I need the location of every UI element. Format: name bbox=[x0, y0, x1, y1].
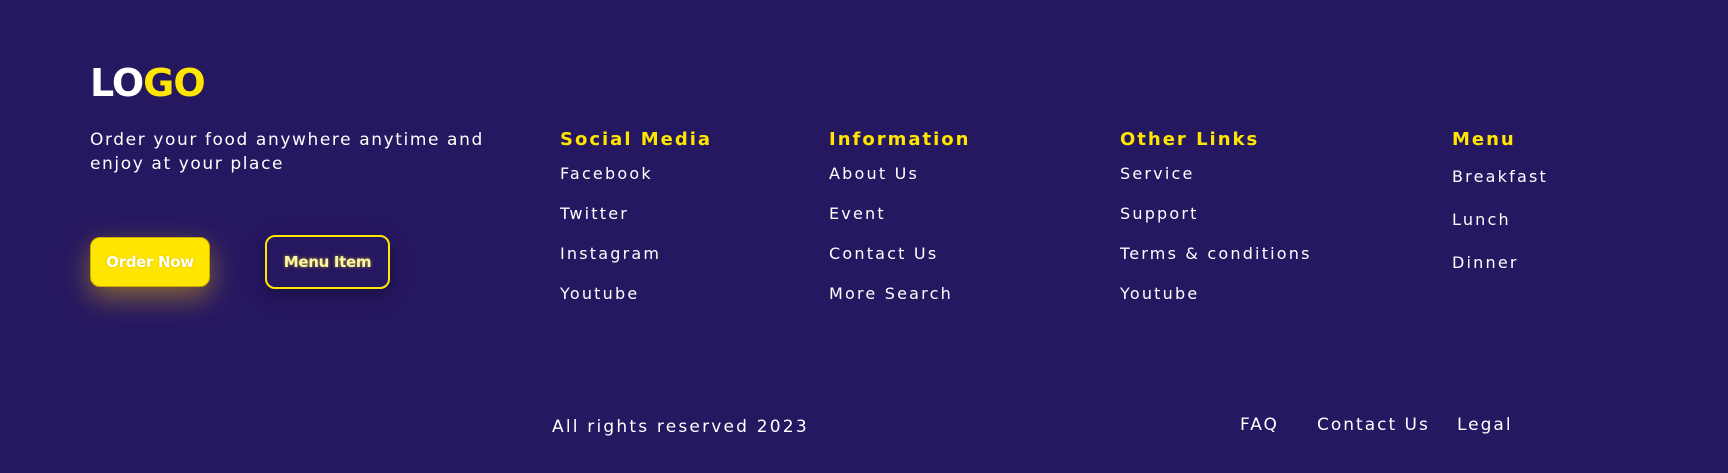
link-legal[interactable]: Legal bbox=[1457, 414, 1513, 436]
menu-item-button[interactable]: Menu Item bbox=[265, 235, 390, 289]
link-youtube-other[interactable]: Youtube bbox=[1120, 284, 1312, 304]
menu-links: Breakfast Lunch Dinner bbox=[1452, 167, 1548, 273]
link-breakfast[interactable]: Breakfast bbox=[1452, 167, 1548, 187]
other-links-column: Other Links Service Support Terms & cond… bbox=[1120, 128, 1312, 324]
social-media-links: Facebook Twitter Instagram Youtube bbox=[560, 164, 712, 304]
logo-part-2: GO bbox=[143, 61, 205, 105]
column-title-other-links: Other Links bbox=[1120, 129, 1260, 150]
link-support[interactable]: Support bbox=[1120, 204, 1312, 224]
link-about-us[interactable]: About Us bbox=[829, 164, 970, 184]
social-media-column: Social Media Facebook Twitter Instagram … bbox=[560, 128, 712, 324]
link-facebook[interactable]: Facebook bbox=[560, 164, 712, 184]
bottom-links: FAQ Contact Us Legal bbox=[0, 414, 1728, 436]
column-title-information: Information bbox=[829, 129, 971, 150]
link-service[interactable]: Service bbox=[1120, 164, 1312, 184]
link-contact-us[interactable]: Contact Us bbox=[829, 244, 970, 264]
information-column: Information About Us Event Contact Us Mo… bbox=[829, 128, 970, 324]
link-dinner[interactable]: Dinner bbox=[1452, 253, 1548, 273]
other-links-list: Service Support Terms & conditions Youtu… bbox=[1120, 164, 1312, 304]
site-footer: LOGO Order your food anywhere anytime an… bbox=[0, 0, 1728, 473]
column-title-social-media: Social Media bbox=[560, 129, 713, 150]
link-youtube[interactable]: Youtube bbox=[560, 284, 712, 304]
link-lunch[interactable]: Lunch bbox=[1452, 210, 1548, 230]
link-event[interactable]: Event bbox=[829, 204, 970, 224]
link-terms-conditions[interactable]: Terms & conditions bbox=[1120, 244, 1312, 264]
link-twitter[interactable]: Twitter bbox=[560, 204, 712, 224]
order-now-button[interactable]: Order Now bbox=[90, 237, 210, 287]
column-title-menu: Menu bbox=[1452, 129, 1516, 150]
link-instagram[interactable]: Instagram bbox=[560, 244, 712, 264]
link-contact-us-bottom[interactable]: Contact Us bbox=[1317, 414, 1430, 436]
tagline: Order your food anywhere anytime and enj… bbox=[90, 130, 484, 174]
logo-part-1: LO bbox=[90, 61, 144, 105]
menu-column: Menu Breakfast Lunch Dinner bbox=[1452, 128, 1548, 296]
link-faq[interactable]: FAQ bbox=[1240, 414, 1279, 436]
information-links: About Us Event Contact Us More Search bbox=[829, 164, 970, 304]
link-more-search[interactable]: More Search bbox=[829, 284, 970, 304]
logo[interactable]: LOGO bbox=[90, 58, 206, 108]
